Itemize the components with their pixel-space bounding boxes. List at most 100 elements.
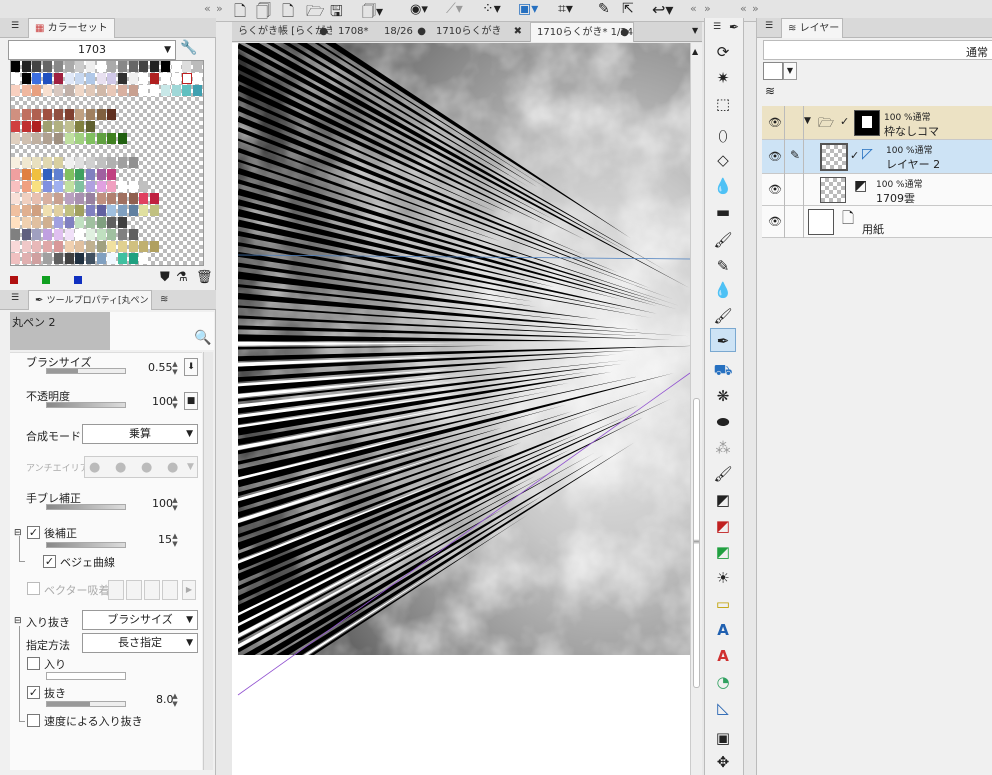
pen-tab-icon[interactable]: ✒ (729, 20, 739, 34)
ellipse-tool-icon[interactable]: ⬬ (710, 410, 736, 434)
color-swatch[interactable] (43, 169, 53, 180)
color-swatch[interactable] (85, 217, 95, 228)
expand-folder-icon[interactable]: ▼ (804, 116, 811, 126)
vector-snap-more[interactable]: ▶ (182, 580, 196, 600)
opacity-spinner[interactable]: ▲ ▼ (170, 394, 180, 410)
eye-icon[interactable]: 👁 (768, 215, 782, 228)
color-swatch[interactable] (128, 241, 138, 252)
brush-stamp-tool-icon[interactable]: 🖌 (710, 462, 736, 486)
color-swatch[interactable] (139, 181, 149, 192)
color-swatch[interactable] (53, 229, 63, 240)
color-swatch[interactable] (75, 157, 85, 168)
frame-tool-icon[interactable]: ◺ (710, 696, 736, 720)
color-swatch[interactable] (43, 181, 53, 192)
color-swatch[interactable] (85, 133, 95, 144)
color-swatch[interactable] (21, 217, 31, 228)
color-swatch[interactable] (75, 109, 85, 120)
color-swatch[interactable] (118, 217, 127, 228)
speed-line-tool-icon[interactable]: ☀ (710, 566, 736, 590)
color-swatch[interactable] (75, 169, 85, 180)
wrench-icon[interactable]: 🔧 (180, 40, 197, 56)
eraser-tool-icon[interactable]: ⬯ (710, 124, 736, 148)
panel-menu-icon[interactable]: ☰ (713, 22, 721, 32)
color-swatch[interactable] (75, 229, 85, 240)
color-swatch[interactable] (139, 253, 149, 264)
taper-out-slider[interactable] (46, 701, 126, 707)
canvas-tab-1710-active[interactable]: 1710らくがき* 1/24 ● (530, 22, 634, 42)
layer-color-dropdown[interactable]: ▼ (783, 62, 797, 80)
color-swatch[interactable] (11, 85, 20, 96)
color-swatch[interactable] (53, 109, 63, 120)
blend-mode-dropdown[interactable]: 乗算 ▼ (82, 424, 198, 444)
color-swatch[interactable] (107, 157, 117, 168)
vector-snap-option-4[interactable] (162, 580, 178, 600)
color-swatch[interactable] (21, 61, 31, 72)
color-swatch[interactable] (64, 85, 74, 96)
color-swatch[interactable] (85, 253, 95, 264)
color-swatch[interactable] (43, 73, 53, 84)
color-swatch[interactable] (43, 121, 53, 132)
color-swatch[interactable] (21, 133, 31, 144)
color-swatch[interactable] (118, 157, 127, 168)
spray-tool-icon[interactable]: ✎ (710, 254, 736, 278)
color-swatch[interactable] (118, 133, 127, 144)
color-swatch[interactable] (150, 193, 160, 204)
brush-size-value[interactable]: 0.55 (148, 361, 173, 374)
color-swatch[interactable] (21, 205, 31, 216)
color-swatch[interactable] (11, 253, 20, 264)
color-swatch[interactable] (64, 217, 74, 228)
color-swatch[interactable] (11, 193, 20, 204)
color-swatch[interactable] (64, 169, 74, 180)
collapse-mid-icon[interactable]: « (690, 2, 697, 15)
pin-icon[interactable]: ✎ (598, 1, 610, 17)
color-swatch[interactable] (171, 61, 181, 72)
post-correction-spinner[interactable]: ▲ ▼ (170, 532, 180, 548)
color-swatch[interactable] (11, 133, 20, 144)
color-swatch[interactable] (128, 85, 138, 96)
color-swatch[interactable] (53, 181, 63, 192)
bezier-checkbox[interactable]: ✓ (43, 555, 56, 568)
canvas-tab-1708[interactable]: 1708* 18/26 ● (332, 22, 430, 42)
color-swatch[interactable] (96, 217, 106, 228)
color-swatch[interactable] (43, 157, 53, 168)
color-swatch[interactable] (64, 181, 74, 192)
transform-icon[interactable]: ⟋▾ (446, 1, 463, 17)
zoom-search-icon[interactable]: 🔍 (194, 330, 211, 346)
color-swatch[interactable] (75, 217, 85, 228)
color-swatch[interactable] (182, 61, 192, 72)
taper-out-spinner[interactable]: ▲ ▼ (170, 692, 180, 708)
color-swatch[interactable] (96, 205, 106, 216)
eye-icon[interactable]: 👁 (768, 183, 782, 196)
color-swatch[interactable] (11, 73, 20, 84)
color-swatch[interactable] (85, 229, 95, 240)
color-swatch[interactable] (32, 85, 42, 96)
vector-snap-checkbox[interactable] (27, 582, 40, 595)
color-swatch[interactable] (107, 133, 117, 144)
color-swatch[interactable] (64, 205, 74, 216)
color-swatch[interactable] (107, 73, 117, 84)
recent-color-green[interactable] (42, 276, 50, 284)
tab-list-icon[interactable]: ▼ (692, 26, 698, 35)
color-swatch[interactable] (85, 241, 95, 252)
antialias-weak-icon[interactable]: ● (115, 460, 126, 475)
sparkle-tool-icon[interactable]: ✷ (710, 66, 736, 90)
color-swatch[interactable] (107, 217, 117, 228)
color-swatch[interactable] (96, 181, 106, 192)
color-swatch[interactable] (43, 241, 53, 252)
color-swatch[interactable] (150, 61, 160, 72)
color-swatch[interactable] (85, 157, 95, 168)
color-swatch[interactable] (32, 253, 42, 264)
color-swatch[interactable] (43, 205, 53, 216)
color-swatch[interactable] (118, 73, 127, 84)
fill-bucket-tool-icon[interactable]: ⛟ (710, 358, 736, 382)
eraser-alt-tool-icon[interactable]: ◇ (710, 148, 736, 172)
color-swatch[interactable] (128, 253, 138, 264)
eye-icon[interactable]: 👁 (768, 116, 782, 129)
color-swatch[interactable] (96, 253, 106, 264)
color-swatch[interactable] (96, 73, 106, 84)
color-swatch[interactable] (139, 241, 149, 252)
color-swatch[interactable] (64, 73, 74, 84)
color-swatch[interactable] (21, 121, 31, 132)
post-correction-checkbox[interactable]: ✓ (27, 526, 40, 539)
selected-color-swatch[interactable] (182, 73, 192, 84)
